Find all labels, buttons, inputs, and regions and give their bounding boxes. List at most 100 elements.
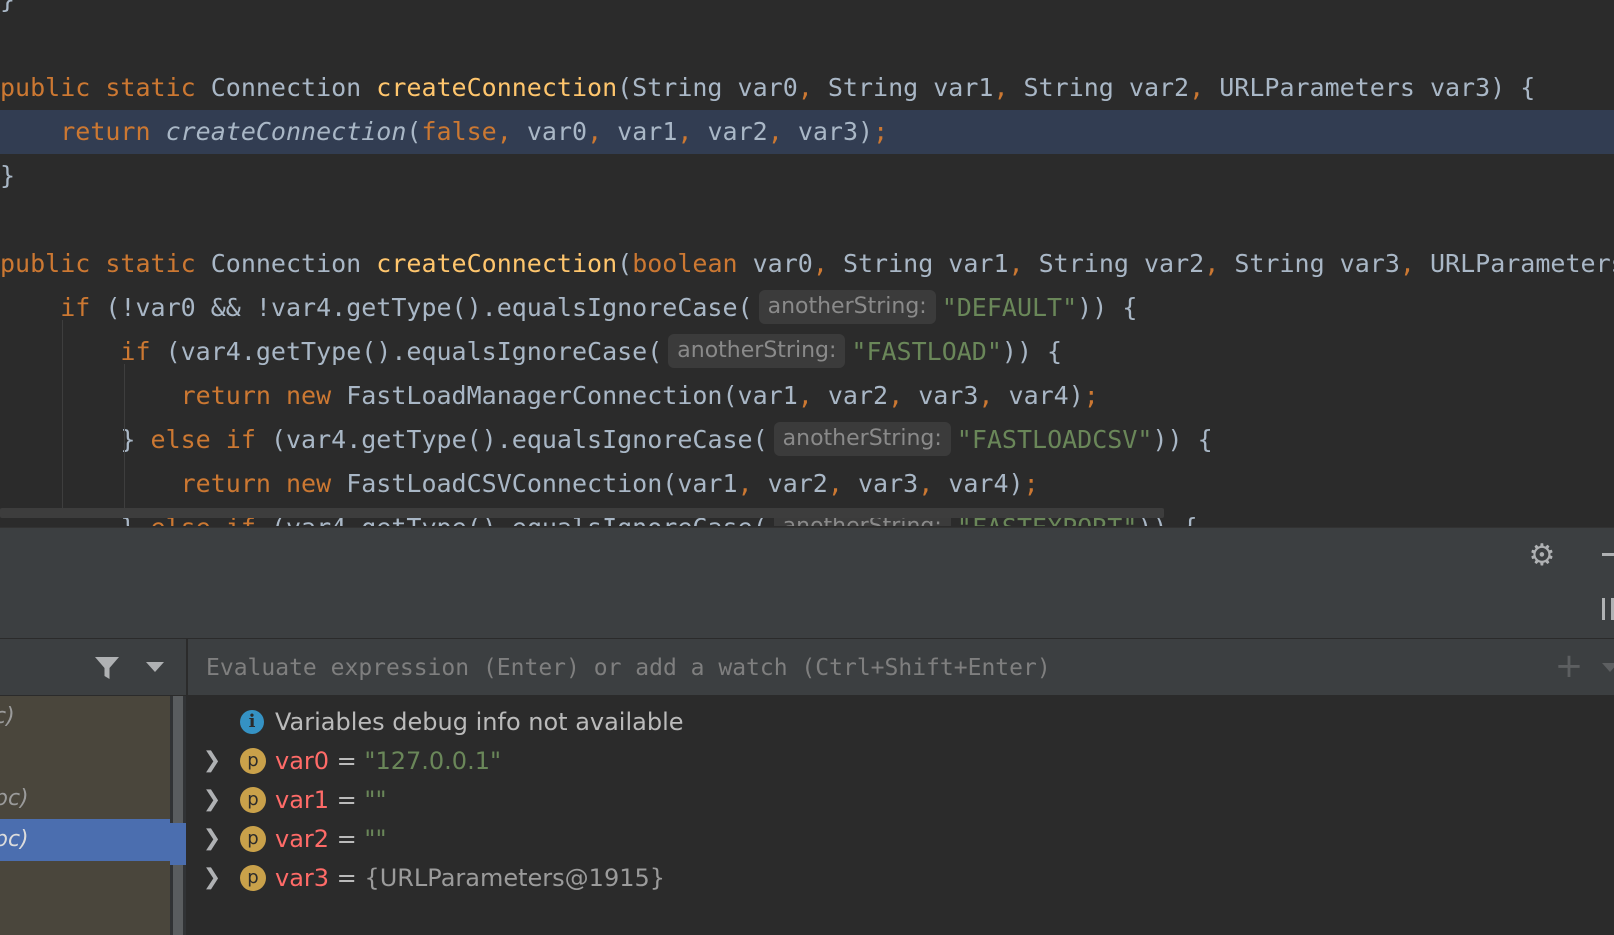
chevron-right-icon[interactable]: ❯ (202, 858, 222, 898)
code-token: URLParameters var3) { (1219, 73, 1536, 102)
code-token: createConnection (376, 73, 618, 102)
code-token: if (60, 293, 106, 322)
code-token: return (60, 117, 166, 146)
code-token: boolean (632, 249, 753, 278)
info-message: Variables debug info not available (275, 708, 684, 736)
variable-name-text: var0 (275, 747, 330, 775)
code-token: "FASTLOADCSV" (956, 425, 1153, 454)
frame-item[interactable]: bc) (0, 778, 170, 820)
code-editor[interactable]: } public static Connection createConnecti… (0, 0, 1614, 527)
frame-item-selected[interactable]: bc) (0, 819, 170, 861)
code-token: var0 (526, 117, 588, 146)
frames-list[interactable]: c) bc) bc) (0, 696, 170, 935)
code-line[interactable]: } (0, 0, 1614, 22)
editor-horizontal-scrollbar[interactable] (0, 508, 1164, 518)
chevron-right-icon[interactable]: ❯ (202, 741, 222, 781)
equals-sign: = (329, 864, 365, 892)
variable-row[interactable]: ❯ p var1 = "" (188, 780, 1614, 820)
equals-sign: = (329, 747, 365, 775)
code-token: var2 (767, 469, 828, 498)
code-token: "FASTLOAD" (851, 337, 1002, 366)
code-line[interactable] (0, 22, 1614, 66)
code-token: (!var0 && !var4.getType().equalsIgnoreCa… (105, 293, 753, 322)
code-token: , (1008, 249, 1039, 278)
variable-name-text: var2 (275, 825, 330, 853)
variable-value: "127.0.0.1" (364, 747, 502, 775)
minimize-icon[interactable] (1602, 553, 1614, 556)
frame-label: c) (0, 704, 15, 729)
code-line-current[interactable]: return createConnection(false, var0, var… (0, 110, 1614, 154)
parameter-icon: p (240, 865, 266, 891)
code-token: , (888, 381, 919, 410)
code-line[interactable]: } else if (var4.getType().equalsIgnoreCa… (0, 418, 1614, 462)
code-token: createConnection (376, 249, 618, 278)
variable-row[interactable]: ❯ p var2 = "" (188, 819, 1614, 859)
frame-item[interactable] (0, 737, 170, 779)
add-watch-icon[interactable]: + (1552, 649, 1586, 683)
variable-name: var1 = "" (275, 780, 387, 820)
variable-row[interactable]: ❯ p var3 = {URLParameters@1915} (188, 858, 1614, 898)
frame-label: bc) (0, 786, 29, 811)
code-line[interactable]: if (var4.getType().equalsIgnoreCase(anot… (0, 330, 1614, 374)
variable-name-text: var1 (275, 786, 330, 814)
code-line[interactable]: return new FastLoadManagerConnection(var… (0, 374, 1614, 418)
code-token: String var3 (1234, 249, 1400, 278)
parameter-hint: anotherString: (773, 422, 951, 456)
code-token: else if (150, 425, 271, 454)
frames-scrollbar-thumb[interactable] (173, 696, 183, 935)
code-token: FastLoadManagerConnection(var1 (346, 381, 798, 410)
variable-value: {URLParameters@1915} (364, 864, 666, 892)
code-line[interactable]: } (0, 154, 1614, 198)
chevron-right-icon[interactable]: ❯ (202, 819, 222, 859)
code-token: ; (1023, 469, 1039, 498)
evaluate-expression-input[interactable] (204, 639, 1488, 697)
code-token: , (1399, 249, 1430, 278)
filter-icon[interactable] (94, 655, 120, 681)
chevron-right-icon[interactable]: ❯ (202, 780, 222, 820)
code-token: , (918, 469, 949, 498)
code-token: var3 (857, 469, 919, 498)
variable-name: var0 = "127.0.0.1" (275, 741, 501, 781)
code-token: (var4.getType().equalsIgnoreCase( (165, 337, 663, 366)
code-line[interactable]: public static Connection createConnectio… (0, 242, 1614, 286)
code-token: URLParameters var4) { (1430, 249, 1614, 278)
frames-panel: c) bc) bc) (0, 639, 186, 935)
chevron-down-icon[interactable] (1602, 663, 1614, 672)
parameter-icon: p (240, 748, 266, 774)
variable-value: "" (364, 825, 387, 853)
code-token: var3 (918, 381, 979, 410)
code-token: var1 (617, 117, 678, 146)
chevron-down-icon[interactable] (146, 662, 164, 672)
parameter-hint: anotherString: (758, 290, 936, 324)
indent-guide (124, 364, 125, 508)
code-line[interactable]: return new FastLoadCSVConnection(var1, v… (0, 462, 1614, 506)
code-token: , (797, 73, 828, 102)
code-token: var4) (1008, 381, 1084, 410)
code-token: Connection (210, 73, 377, 102)
layout-settings-icon[interactable] (1602, 598, 1614, 620)
equals-sign: = (329, 786, 365, 814)
parameter-icon: p (240, 787, 266, 813)
code-token: return new (180, 381, 347, 410)
code-line[interactable] (0, 198, 1614, 242)
frame-item[interactable]: c) (0, 696, 170, 738)
code-token: ; (1083, 381, 1099, 410)
variable-row[interactable]: ❯ p var0 = "127.0.0.1" (188, 741, 1614, 781)
indent-guide (62, 320, 63, 508)
code-token: , (993, 73, 1024, 102)
code-line[interactable]: public static Connection createConnectio… (0, 66, 1614, 110)
code-token: (var4.getType().equalsIgnoreCase( (270, 425, 768, 454)
code-token: var4) (948, 469, 1024, 498)
frames-scrollbar[interactable] (170, 696, 186, 935)
gear-icon[interactable]: ⚙ (1526, 540, 1558, 572)
code-token: } (0, 161, 16, 190)
code-line[interactable]: if (!var0 && !var4.getType().equalsIgnor… (0, 286, 1614, 330)
code-token: , (767, 117, 798, 146)
code-token: createConnection (165, 117, 407, 146)
code-token: Connection (210, 249, 377, 278)
code-token: var0 (752, 249, 813, 278)
code-token: )) { (1152, 425, 1213, 454)
code-token: FastLoadCSVConnection(var1 (346, 469, 738, 498)
